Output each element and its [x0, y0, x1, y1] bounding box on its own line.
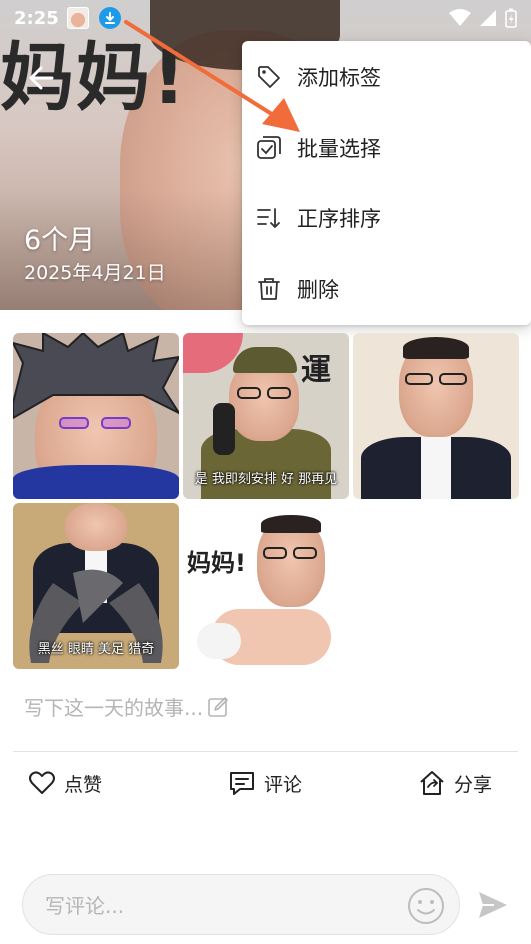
edit-icon	[208, 696, 228, 717]
like-button[interactable]: 点赞	[28, 766, 102, 800]
trash-icon	[258, 278, 280, 300]
photo-diaper	[197, 623, 241, 659]
photo-badge-text: 運	[301, 353, 331, 388]
photo-glasses	[293, 547, 317, 559]
photo-glasses	[267, 387, 291, 399]
photo-glasses	[59, 417, 89, 429]
share-label: 分享	[454, 773, 493, 796]
photo-glasses	[439, 373, 467, 385]
comment-placeholder: 写评论...	[45, 894, 125, 918]
story-placeholder: 写下这一天的故事...	[24, 696, 204, 720]
notification-thumbnail-icon	[66, 7, 89, 29]
status-icons	[449, 8, 517, 28]
photo-thumbnail[interactable]: 黑丝 眼睛 美足 猎奇	[13, 503, 179, 669]
photo-hair	[261, 515, 321, 533]
comment-icon	[230, 772, 254, 795]
back-arrow-icon	[29, 66, 54, 90]
menu-item-delete[interactable]: 删除	[242, 254, 531, 324]
back-button[interactable]	[24, 60, 60, 96]
battery-icon	[505, 8, 517, 28]
photo-collar	[13, 465, 179, 499]
sort-ascending-icon	[257, 208, 280, 228]
tag-icon	[258, 66, 280, 88]
download-icon	[98, 7, 121, 29]
menu-item-label: 删除	[297, 278, 339, 302]
overflow-menu: 添加标签 批量选择 正序排序 删除	[242, 41, 531, 325]
photo-glasses	[237, 387, 261, 399]
photo-glasses	[263, 547, 287, 559]
menu-item-label: 添加标签	[297, 66, 381, 90]
photo-thumbnail[interactable]	[13, 333, 179, 499]
heart-icon	[29, 771, 55, 794]
comment-button[interactable]: 评论	[228, 766, 302, 800]
photo-face	[65, 503, 127, 551]
status-bar: 2:25	[0, 0, 531, 36]
memory-date: 2025年4月21日	[24, 262, 166, 284]
spiky-hair-graphic	[13, 333, 179, 420]
checkbox-select-icon	[257, 136, 281, 159]
story-input[interactable]: 写下这一天的故事...	[24, 692, 229, 721]
wifi-icon	[449, 9, 471, 26]
photo-caption: 黑丝 眼睛 美足 猎奇	[37, 642, 155, 657]
memory-title: 6个月	[24, 225, 96, 256]
photo-thumbnail[interactable]	[353, 333, 519, 499]
photo-glasses	[405, 373, 433, 385]
emoji-icon[interactable]	[407, 887, 445, 925]
photo-overlay-text: 妈妈!	[187, 549, 246, 577]
photo-caption: 是 我即刻安排 好 那再见	[194, 472, 338, 487]
menu-item-label: 批量选择	[297, 137, 381, 161]
photo-cap	[233, 347, 297, 373]
divider	[13, 751, 518, 752]
like-label: 点赞	[64, 773, 103, 796]
menu-item-sort-ascending[interactable]: 正序排序	[242, 183, 531, 253]
share-button[interactable]: 分享	[418, 766, 492, 800]
menu-item-batch-select[interactable]: 批量选择	[242, 113, 531, 183]
photo-hair	[403, 337, 469, 359]
menu-item-add-tag[interactable]: 添加标签	[242, 42, 531, 112]
photo-thumbnail[interactable]: 運 是 我即刻安排 好 那再见	[183, 333, 349, 499]
comment-label: 评论	[264, 773, 303, 796]
photo-glasses	[101, 417, 131, 429]
photo-shirt	[421, 437, 451, 499]
send-icon[interactable]	[476, 888, 510, 922]
signal-icon	[480, 10, 496, 26]
menu-item-label: 正序排序	[297, 207, 381, 231]
share-icon	[420, 771, 444, 795]
status-time: 2:25	[14, 7, 59, 29]
photo-phone	[213, 403, 235, 455]
comment-input[interactable]: 写评论...	[22, 874, 460, 935]
photo-thumbnail[interactable]: 妈妈!	[183, 503, 349, 669]
